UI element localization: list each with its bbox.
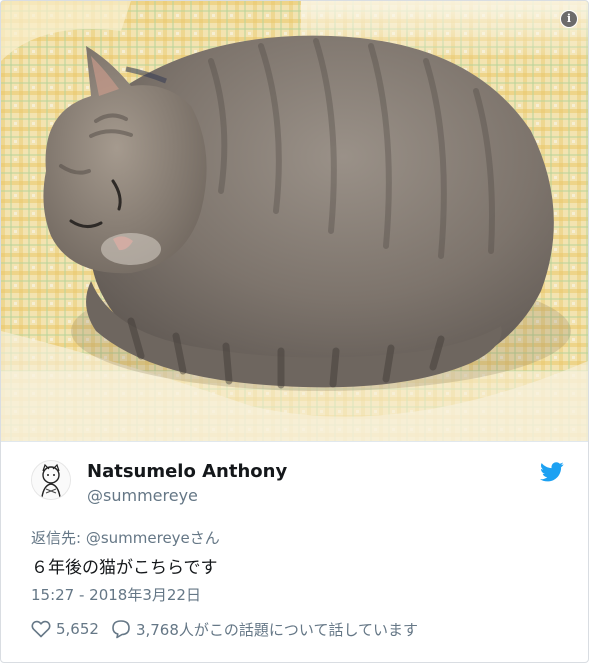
reply-mention-link[interactable]: @summereyeさん xyxy=(86,529,220,547)
reply-to-line: 返信先: @summereyeさん xyxy=(31,527,220,548)
reply-prefix: 返信先: xyxy=(31,529,86,547)
info-icon[interactable]: i xyxy=(560,10,578,28)
like-button[interactable]: 5,652 xyxy=(31,620,99,638)
twitter-bird-icon[interactable] xyxy=(540,462,564,482)
reply-bubble-icon xyxy=(112,620,130,639)
tweet-actions: 5,652 3,768人がこの話題について話しています xyxy=(31,618,418,640)
reply-conversation-button[interactable]: 3,768人がこの話題について話しています xyxy=(111,619,418,640)
conversation-count-text: 3,768人がこの話題について話しています xyxy=(135,620,418,639)
tweet-photo[interactable]: i xyxy=(1,1,588,441)
like-count: 5,652 xyxy=(56,620,99,638)
tweet-card: i Natsumelo Anthony @summereye 返信先: @sum… xyxy=(0,0,589,663)
author-handle[interactable]: @summereye xyxy=(87,486,198,505)
tweet-text: ６年後の猫がこちらです xyxy=(31,558,218,578)
heart-icon xyxy=(31,620,51,638)
avatar-drawing xyxy=(32,461,70,499)
tweet-timestamp[interactable]: 15:27 - 2018年3月22日 xyxy=(31,584,201,605)
cat-photo-illustration xyxy=(1,1,588,441)
divider xyxy=(1,441,588,442)
avatar[interactable] xyxy=(31,460,71,500)
author-display-name[interactable]: Natsumelo Anthony xyxy=(87,461,287,482)
